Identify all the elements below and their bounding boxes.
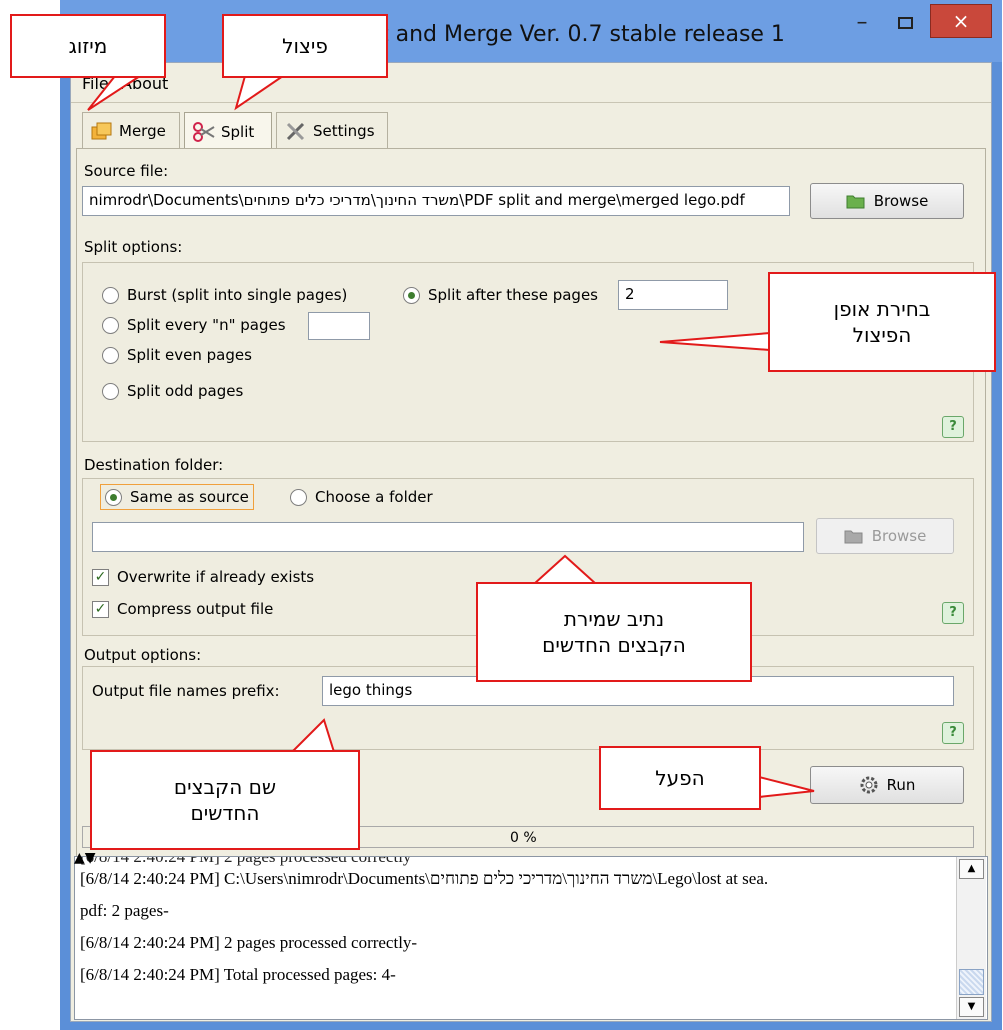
callout-merge: מיזוג	[10, 14, 166, 78]
callout-file-names: שם הקבצים החדשים	[90, 750, 360, 850]
callout-split: פיצול	[222, 14, 388, 78]
callout-pointers	[87, 75, 815, 799]
pointer-dest-path	[531, 554, 599, 585]
pointer-merge	[87, 75, 144, 111]
pointer-split-mode	[659, 331, 771, 352]
pointer-file-names	[289, 718, 336, 753]
callout-run: הפעל	[599, 746, 761, 810]
callout-destination-path: נתיב שמירת הקבצים החדשים	[476, 582, 752, 682]
callout-split-mode: בחירת אופן הפיצול	[768, 272, 996, 372]
pointer-run	[758, 775, 815, 799]
pointer-split	[234, 75, 287, 111]
